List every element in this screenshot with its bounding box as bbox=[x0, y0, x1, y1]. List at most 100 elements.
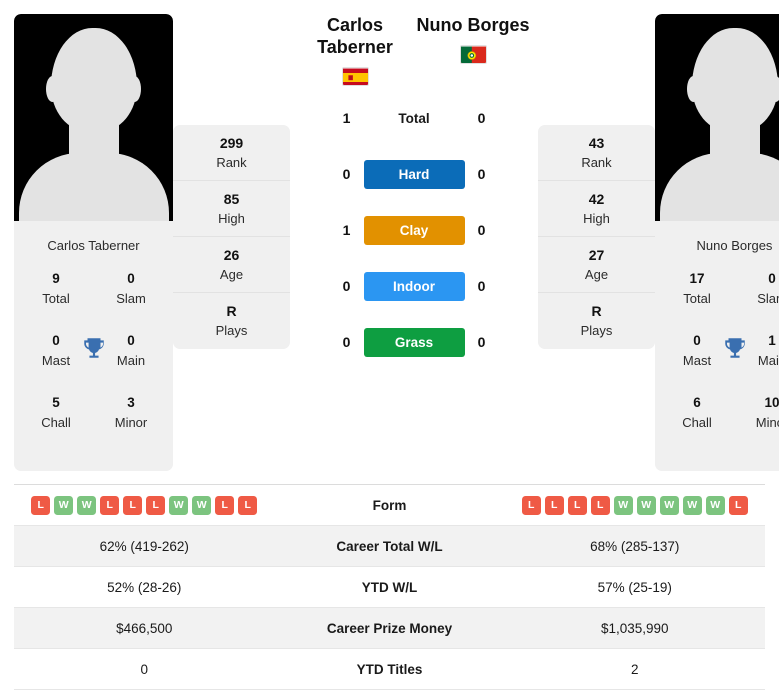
h2h-left-score: 1 bbox=[342, 110, 351, 126]
titles-chall-value: 5 bbox=[52, 395, 60, 410]
titles-chall-label: Chall bbox=[41, 415, 71, 430]
form-badge-loss: L bbox=[238, 495, 258, 515]
left-form-badges: LWWLLLWWLL bbox=[14, 495, 275, 515]
h2h-surface-total: Total bbox=[398, 110, 430, 126]
comparison-stats-table: L W W L L L W W L L Form L L L L W W W W W L 62% (419-262) Car… bbox=[14, 484, 765, 690]
form-badge-win: W bbox=[682, 495, 702, 515]
titles-slam-value: 0 bbox=[768, 271, 776, 286]
h2h-left-score: 0 bbox=[342, 334, 351, 350]
left-stat-plays: R Plays bbox=[173, 293, 290, 349]
titles-minor-cell: 3 Minor bbox=[103, 393, 159, 432]
titles-mast-cell: 0 Mast bbox=[669, 331, 725, 370]
h2h-right-score: 0 bbox=[477, 166, 486, 182]
left-high-value: 85 bbox=[223, 190, 240, 207]
left-stat-high: 85 High bbox=[173, 181, 290, 237]
right-high-label: High bbox=[583, 210, 610, 226]
left-stat-value: 62% (419-262) bbox=[99, 538, 189, 554]
table-row: 52% (28-26) YTD W/L 57% (25-19) bbox=[14, 567, 765, 608]
form-badge-loss: L bbox=[31, 495, 51, 515]
trophy-icon bbox=[724, 338, 745, 358]
table-row: 0 YTD Titles 2 bbox=[14, 649, 765, 690]
form-badge-loss: L bbox=[728, 495, 748, 515]
spain-flag-icon bbox=[341, 67, 369, 86]
left-player-avatar bbox=[14, 14, 173, 221]
h2h-row-total: 1 Total 0 bbox=[296, 90, 532, 146]
left-plays-value: R bbox=[226, 303, 237, 319]
avatar-silhouette-body-icon bbox=[18, 153, 169, 221]
titles-slam-cell: 0 Slam bbox=[103, 269, 159, 308]
h2h-left-score: 1 bbox=[342, 222, 351, 238]
avatar-silhouette-ear-right-icon bbox=[128, 76, 141, 102]
h2h-right-score: 0 bbox=[477, 278, 486, 294]
avatar-silhouette-body-icon bbox=[659, 153, 779, 221]
surface-button-hard[interactable]: Hard bbox=[363, 159, 465, 189]
right-rank-label: Rank bbox=[581, 154, 612, 170]
surface-button-clay[interactable]: Clay bbox=[363, 215, 465, 245]
titles-minor-value: 10 bbox=[764, 395, 779, 410]
left-high-label: High bbox=[218, 210, 245, 226]
form-badge-win: W bbox=[659, 495, 679, 515]
right-stat-rank: 43 Rank bbox=[538, 125, 655, 181]
stat-row-label: Form bbox=[372, 497, 407, 513]
titles-total-value: 9 bbox=[52, 271, 60, 286]
left-player-name-box[interactable]: Carlos Taberner bbox=[296, 14, 414, 86]
h2h-surface-clay[interactable]: Clay bbox=[363, 215, 465, 245]
avatar-silhouette-head-icon bbox=[50, 28, 137, 132]
left-age-label: Age bbox=[219, 266, 244, 282]
form-badge-loss: L bbox=[590, 495, 610, 515]
titles-chall-cell: 5 Chall bbox=[28, 393, 84, 432]
titles-mast-value: 0 bbox=[52, 333, 60, 348]
h2h-surface-indoor[interactable]: Indoor bbox=[363, 271, 465, 301]
h2h-surface-hard[interactable]: Hard bbox=[363, 159, 465, 189]
stat-row-label: YTD W/L bbox=[361, 579, 418, 595]
avatar-silhouette-head-icon bbox=[691, 28, 778, 132]
titles-chall-value: 6 bbox=[693, 395, 701, 410]
h2h-row-grass: 0 Grass 0 bbox=[296, 314, 532, 370]
titles-minor-cell: 10 Minor bbox=[744, 393, 779, 432]
h2h-left-score: 0 bbox=[342, 278, 351, 294]
stat-row-label: Career Prize Money bbox=[326, 620, 453, 636]
form-badge-loss: L bbox=[100, 495, 120, 515]
left-stat-rank: 299 Rank bbox=[173, 125, 290, 181]
form-badge-win: W bbox=[613, 495, 633, 515]
surface-button-grass[interactable]: Grass bbox=[363, 327, 465, 357]
titles-main-cell: 1 Main bbox=[744, 331, 779, 370]
right-player-name-box[interactable]: Nuno Borges bbox=[414, 14, 532, 64]
right-age-label: Age bbox=[584, 266, 609, 282]
right-player-titles-grid: 17 Total 0 Slam 0 Mast 1 Main bbox=[655, 269, 779, 471]
titles-total-label: Total bbox=[42, 291, 70, 306]
avatar-silhouette-ear-left-icon bbox=[46, 76, 59, 102]
table-row: 62% (419-262) Career Total W/L 68% (285-13… bbox=[14, 526, 765, 567]
titles-minor-label: Minor bbox=[755, 415, 779, 430]
form-badge-win: W bbox=[54, 495, 74, 515]
titles-minor-label: Minor bbox=[114, 415, 148, 430]
surface-button-indoor[interactable]: Indoor bbox=[363, 271, 465, 301]
form-badge-loss: L bbox=[521, 495, 541, 515]
table-row: L W W L L L W W L L Form L L L L W W W W W L bbox=[14, 485, 765, 526]
right-plays-value: R bbox=[591, 303, 602, 319]
stat-row-label: YTD Titles bbox=[356, 661, 423, 677]
right-player-stats-column: 43 Rank 42 High 27 Age R Plays bbox=[538, 125, 655, 349]
titles-chall-cell: 6 Chall bbox=[669, 393, 725, 432]
right-stat-value: 68% (285-137) bbox=[590, 538, 680, 554]
titles-row-total-slam: 9 Total 0 Slam bbox=[24, 269, 163, 331]
left-stat-value: 0 bbox=[140, 661, 148, 677]
form-badge-loss: L bbox=[544, 495, 564, 515]
h2h-left-score: 0 bbox=[342, 166, 351, 182]
left-stat-value: 52% (28-26) bbox=[107, 579, 182, 595]
left-player-avatar-caption: Carlos Taberner bbox=[47, 238, 140, 253]
right-high-value: 42 bbox=[588, 190, 605, 207]
titles-slam-label: Slam bbox=[116, 291, 146, 306]
comparison-top-section: Carlos Taberner 9 Total 0 Slam 0 Mast 0 … bbox=[0, 0, 779, 471]
form-badge-win: W bbox=[169, 495, 189, 515]
left-player-stats-column: 299 Rank 85 High 26 Age R Plays bbox=[173, 125, 290, 349]
titles-total-label: Total bbox=[683, 291, 711, 306]
left-player-titles-grid: 9 Total 0 Slam 0 Mast 0 Main 5 Chall 3 M… bbox=[14, 269, 173, 471]
form-badge-win: W bbox=[705, 495, 725, 515]
right-stat-value: $1,035,990 bbox=[600, 620, 669, 636]
titles-minor-value: 3 bbox=[127, 395, 135, 410]
form-badge-loss: L bbox=[215, 495, 235, 515]
avatar-silhouette-ear-right-icon bbox=[769, 76, 779, 102]
form-badge-loss: L bbox=[146, 495, 166, 515]
h2h-surface-grass[interactable]: Grass bbox=[363, 327, 465, 357]
